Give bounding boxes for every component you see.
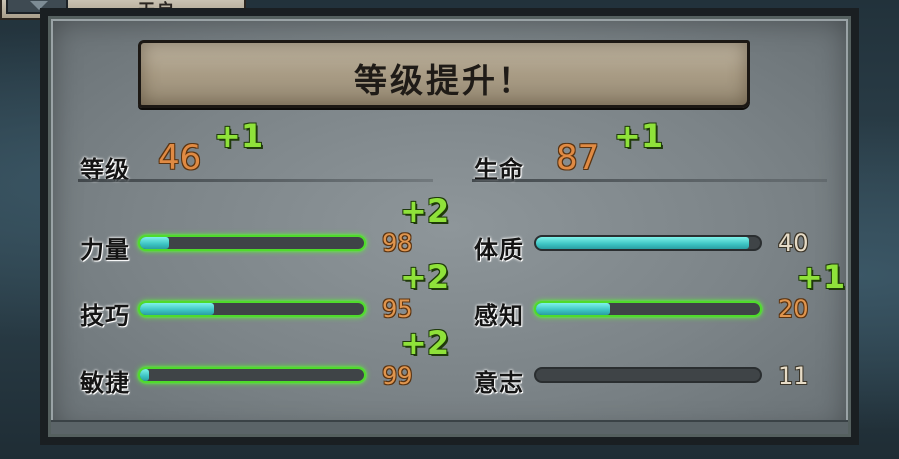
perception-bar-fill — [536, 303, 610, 315]
strength-bar — [138, 235, 366, 251]
constitution-label: 体质 — [474, 236, 524, 264]
agility-value: 99 — [382, 362, 413, 390]
skill-value: 95 — [382, 295, 413, 323]
constitution-bar — [534, 235, 762, 251]
level-gain: +1 — [214, 117, 264, 155]
strength-gain: +2 — [400, 192, 450, 230]
strength-value: 98 — [382, 229, 413, 257]
perception-bar — [534, 301, 762, 317]
skill-bar-fill — [140, 303, 214, 315]
panel-bottom-strip — [51, 420, 848, 434]
agility-label: 敏捷 — [80, 369, 130, 397]
will-label: 意志 — [474, 369, 524, 397]
will-value: 11 — [778, 362, 809, 390]
banner-title: 等级提升！ — [354, 61, 534, 100]
agility-gain: +2 — [400, 324, 450, 362]
life-gain: +1 — [614, 117, 664, 155]
level-up-banner: 等级提升！ — [138, 40, 750, 108]
life-value: 87 — [556, 138, 600, 178]
skill-label: 技巧 — [80, 302, 130, 330]
will-bar — [534, 367, 762, 383]
agility-bar — [138, 367, 366, 383]
constitution-value: 40 — [778, 229, 809, 257]
strength-label: 力量 — [80, 236, 130, 264]
life-divider — [472, 179, 827, 182]
skill-bar — [138, 301, 366, 317]
perception-value: 20 — [778, 295, 809, 323]
perception-gain: +1 — [796, 258, 846, 296]
constitution-bar-fill — [536, 237, 749, 249]
level-divider — [78, 179, 433, 182]
agility-bar-fill — [140, 369, 149, 381]
level-value: 46 — [158, 138, 202, 178]
strength-bar-fill — [140, 237, 170, 249]
skill-gain: +2 — [400, 258, 450, 296]
perception-label: 感知 — [474, 302, 524, 330]
